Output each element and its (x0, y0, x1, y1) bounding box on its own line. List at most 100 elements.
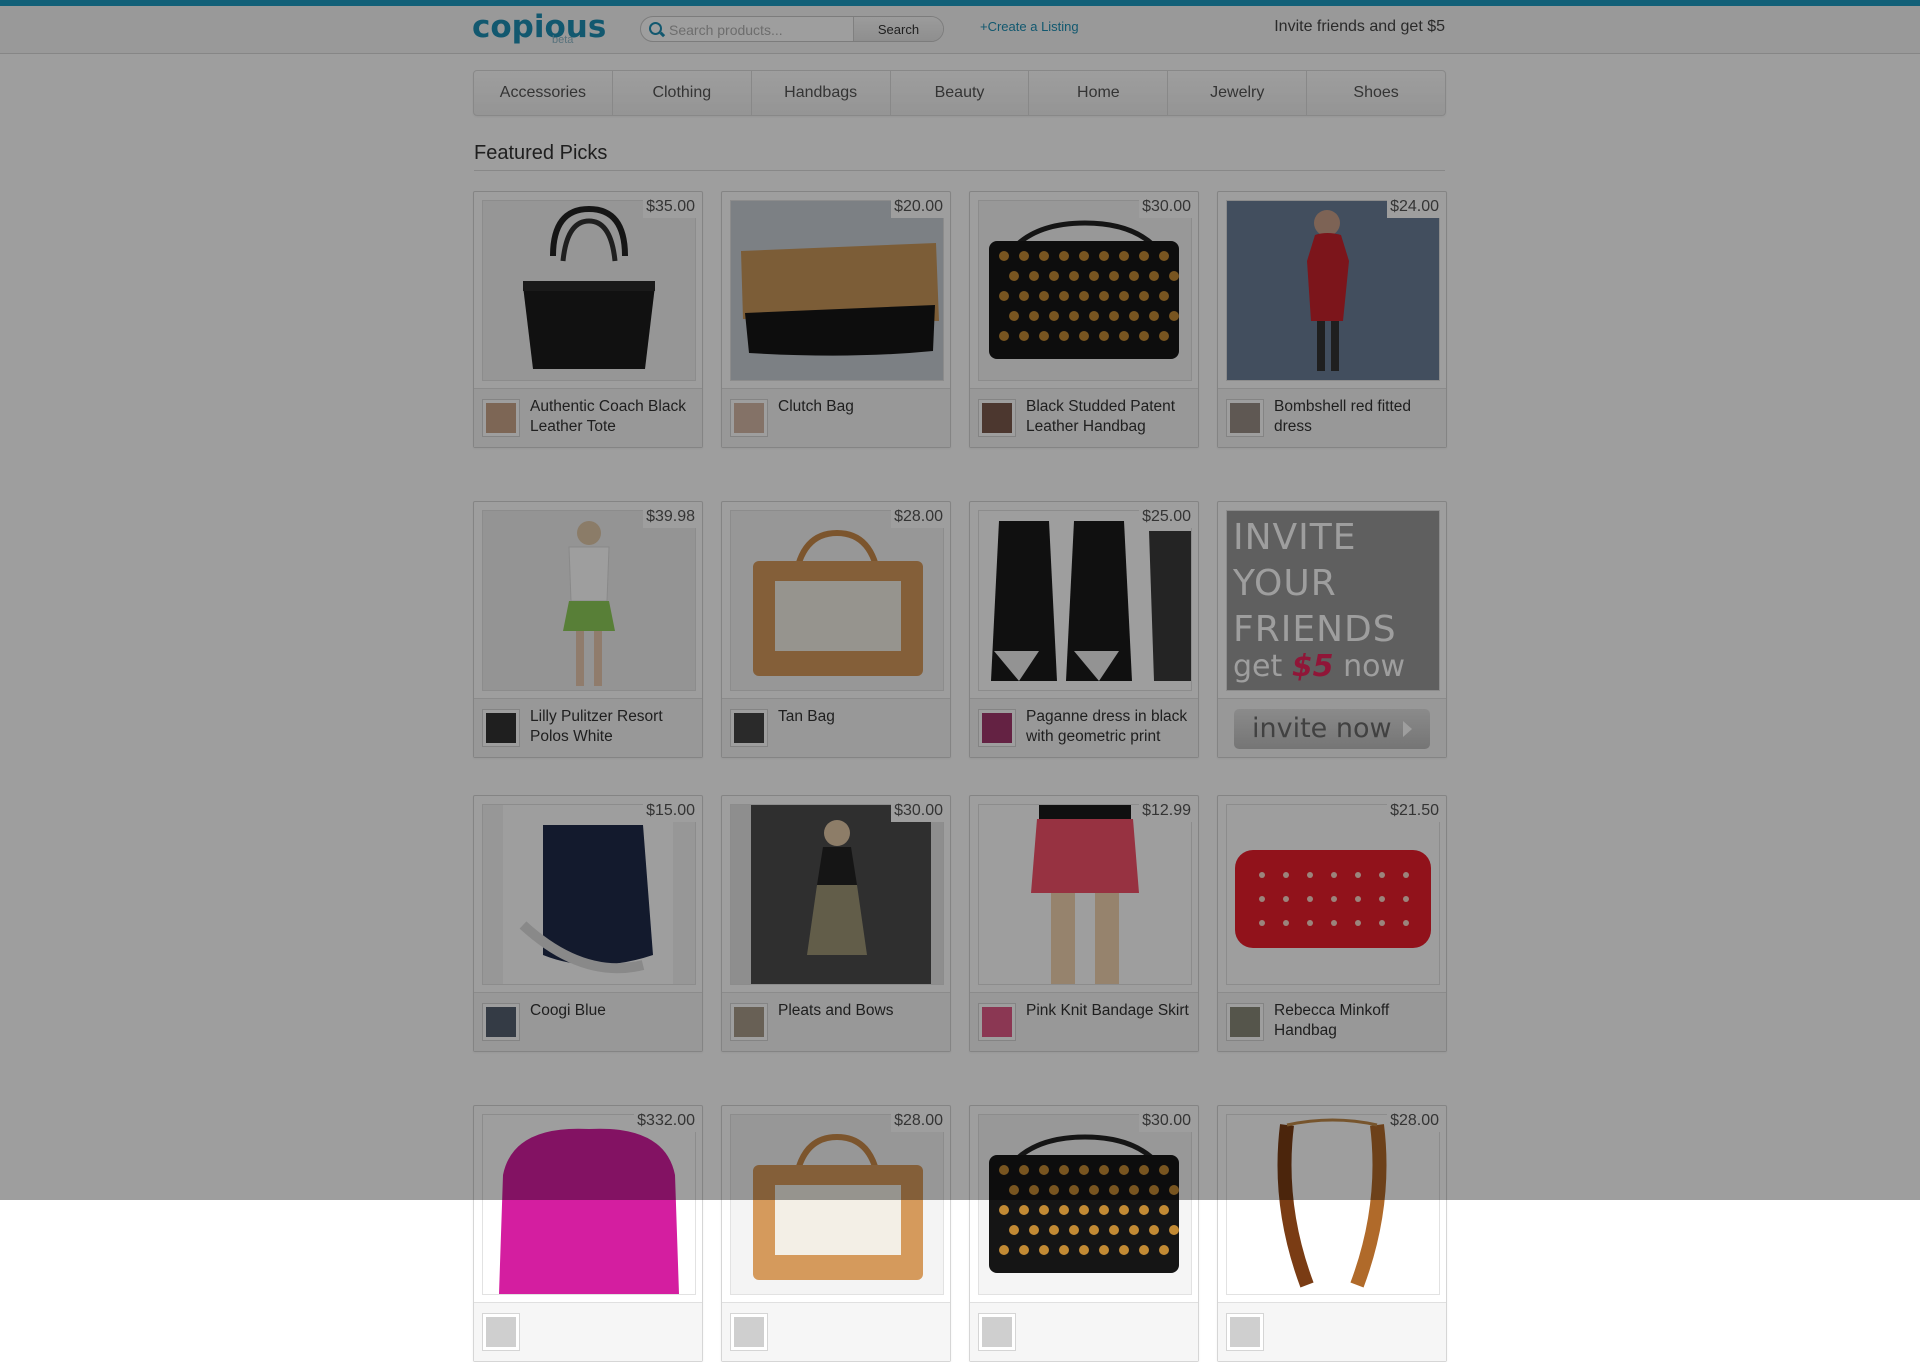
seller-avatar[interactable] (730, 1003, 768, 1041)
seller-avatar[interactable] (978, 709, 1016, 747)
listing-card[interactable]: $25.00 Paganne dress in black with geomet… (969, 501, 1199, 758)
listing-card[interactable]: $30.00 Black Studded Patent Leather Handb… (969, 191, 1199, 448)
listing-title[interactable]: Lilly Pulitzer Resort Polos White (530, 707, 698, 747)
listing-meta: Lilly Pulitzer Resort Polos White (474, 698, 702, 757)
nav-jewelry[interactable]: Jewelry (1168, 71, 1308, 115)
listing-card[interactable]: $28.00 (721, 1105, 951, 1362)
search-input[interactable] (667, 20, 861, 40)
listing-card[interactable]: $15.00 Coogi Blue (473, 795, 703, 1052)
seller-avatar-image (982, 1317, 1012, 1347)
product-photo[interactable] (978, 510, 1192, 691)
product-photo[interactable] (730, 200, 944, 381)
nav-clothing[interactable]: Clothing (613, 71, 752, 115)
listing-card[interactable]: $30.00 (969, 1105, 1199, 1362)
product-photo[interactable] (1226, 1114, 1440, 1295)
header-inner: copious beta Search +Create a Listing In… (472, 6, 1445, 53)
seller-avatar[interactable] (482, 709, 520, 747)
listing-card[interactable]: $28.00 Tan Bag (721, 501, 951, 758)
invite-friends-link[interactable]: Invite friends and get $5 (1274, 18, 1445, 36)
seller-avatar[interactable] (1226, 1313, 1264, 1351)
seller-avatar-image (1230, 1317, 1260, 1347)
seller-avatar[interactable] (730, 399, 768, 437)
create-listing-link[interactable]: +Create a Listing (980, 19, 1079, 34)
search-button[interactable]: Search (853, 17, 943, 41)
price-label: $39.98 (643, 506, 698, 528)
nav-accessories[interactable]: Accessories (474, 71, 613, 115)
listing-title[interactable]: Authentic Coach Black Leather Tote (530, 397, 698, 437)
price-label: $24.00 (1387, 196, 1442, 218)
invite-friends-card[interactable]: INVITE YOUR FRIENDS get $5 now invite now (1217, 501, 1447, 758)
listing-card[interactable]: $332.00 (473, 1105, 703, 1362)
seller-avatar[interactable] (730, 709, 768, 747)
seller-avatar-image (486, 713, 516, 743)
product-photo[interactable] (978, 1114, 1192, 1295)
section-divider (474, 170, 1445, 171)
product-photo[interactable] (978, 804, 1192, 985)
nav-beauty[interactable]: Beauty (891, 71, 1030, 115)
seller-avatar[interactable] (730, 1313, 768, 1351)
product-photo[interactable] (482, 200, 696, 381)
seller-avatar[interactable] (482, 1313, 520, 1351)
listing-title[interactable]: Pink Knit Bandage Skirt (1026, 1001, 1194, 1021)
listing-meta: Authentic Coach Black Leather Tote (474, 388, 702, 447)
listing-title[interactable]: Clutch Bag (778, 397, 946, 417)
listing-card[interactable]: $39.98 Lilly Pulitzer Resort Polos White (473, 501, 703, 758)
invite-now-button[interactable]: invite now (1234, 709, 1430, 749)
seller-avatar[interactable] (978, 1003, 1016, 1041)
seller-avatar[interactable] (978, 399, 1016, 437)
nav-handbags[interactable]: Handbags (752, 71, 891, 115)
listing-card[interactable]: $30.00 Pleats and Bows (721, 795, 951, 1052)
price-label: $332.00 (634, 1110, 698, 1132)
seller-avatar-image (982, 403, 1012, 433)
product-photo[interactable] (730, 510, 944, 691)
nav-home[interactable]: Home (1029, 71, 1169, 115)
listing-title[interactable]: Coogi Blue (530, 1001, 698, 1021)
product-photo[interactable] (482, 804, 696, 985)
seller-avatar[interactable] (978, 1313, 1016, 1351)
product-photo[interactable] (730, 804, 944, 985)
seller-avatar-image (734, 1007, 764, 1037)
listing-meta (1218, 1302, 1446, 1361)
seller-avatar[interactable] (482, 399, 520, 437)
listing-title[interactable]: Rebecca Minkoff Handbag (1274, 1001, 1442, 1041)
featured-picks-title: Featured Picks (474, 142, 608, 164)
listing-card[interactable]: $20.00 Clutch Bag (721, 191, 951, 448)
product-photo[interactable] (482, 1114, 696, 1295)
listing-title[interactable]: Bombshell red fitted dress (1274, 397, 1442, 437)
product-photo[interactable] (730, 1114, 944, 1295)
invite-offer-get: get (1233, 649, 1283, 684)
seller-avatar[interactable] (1226, 1003, 1264, 1041)
price-label: $15.00 (643, 800, 698, 822)
product-photo[interactable] (1226, 804, 1440, 985)
seller-avatar-image (982, 713, 1012, 743)
invite-banner[interactable]: INVITE YOUR FRIENDS get $5 now (1226, 510, 1440, 691)
seller-avatar-image (734, 1317, 764, 1347)
listing-title[interactable]: Tan Bag (778, 707, 946, 727)
seller-avatar-image (486, 403, 516, 433)
copious-logo[interactable]: copious (472, 9, 606, 45)
price-label: $12.99 (1139, 800, 1194, 822)
product-photo[interactable] (978, 200, 1192, 381)
seller-avatar[interactable] (1226, 399, 1264, 437)
product-photo[interactable] (1226, 200, 1440, 381)
price-label: $30.00 (1139, 1110, 1194, 1132)
logo-beta-label: beta (552, 34, 574, 46)
listing-title[interactable]: Black Studded Patent Leather Handbag (1026, 397, 1194, 437)
listing-card[interactable]: $28.00 (1217, 1105, 1447, 1362)
site-header: copious beta Search +Create a Listing In… (0, 6, 1920, 54)
listing-card[interactable]: $24.00 Bombshell red fitted dress (1217, 191, 1447, 448)
seller-avatar-image (982, 1007, 1012, 1037)
listing-card[interactable]: $35.00 Authentic Coach Black Leather Tote (473, 191, 703, 448)
seller-avatar-image (486, 1007, 516, 1037)
listing-card[interactable]: $12.99 Pink Knit Bandage Skirt (969, 795, 1199, 1052)
listing-card[interactable]: $21.50 Rebecca Minkoff Handbag (1217, 795, 1447, 1052)
listing-title[interactable]: Pleats and Bows (778, 1001, 946, 1021)
price-label: $28.00 (891, 506, 946, 528)
seller-avatar[interactable] (482, 1003, 520, 1041)
invite-now-label: invite now (1252, 713, 1392, 744)
invite-headline-line: FRIENDS (1233, 609, 1397, 650)
product-photo[interactable] (482, 510, 696, 691)
invite-meta: invite now (1218, 698, 1446, 757)
listing-title[interactable]: Paganne dress in black with geometric pr… (1026, 707, 1194, 747)
nav-shoes[interactable]: Shoes (1307, 71, 1445, 115)
